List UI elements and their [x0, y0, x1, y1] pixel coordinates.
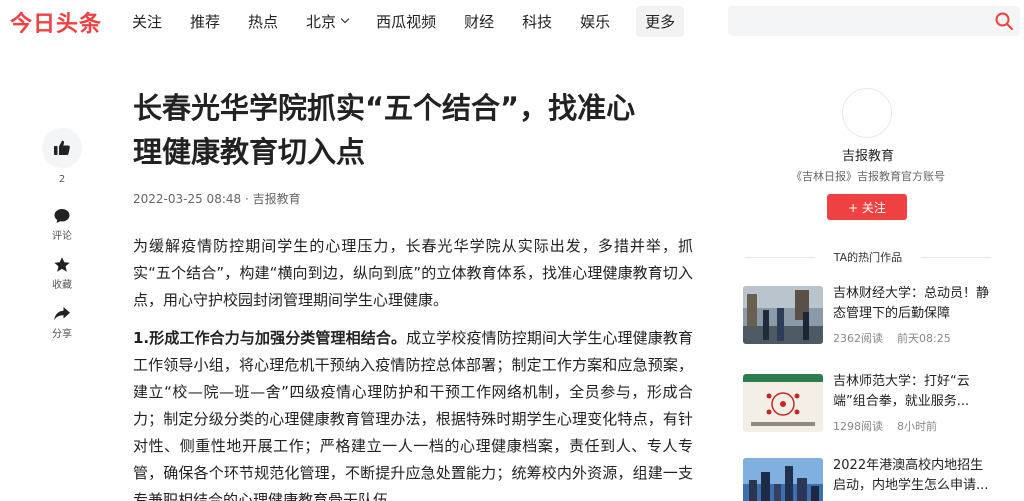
nav-item-entertainment[interactable]: 娱乐 [580, 11, 610, 32]
like-count: 2 [58, 174, 66, 185]
article: 长春光华学院抓实“五个结合”，找准心 理健康教育切入点 2022-03-25 0… [133, 86, 693, 501]
nav-item-recommend[interactable]: 推荐 [190, 11, 220, 32]
hot-work-meta: 2362阅读 前天08:25 [833, 330, 965, 346]
hot-work-time: 前天08:25 [897, 332, 951, 345]
thumbs-up-icon [54, 140, 70, 155]
follow-button[interactable]: + 关注 [827, 194, 907, 220]
author-name[interactable]: 吉报教育 [743, 145, 993, 164]
nav-item-finance[interactable]: 财经 [464, 11, 494, 32]
hot-work-title: 吉林师范大学：打好“云端”组合拳，就业服务... [833, 374, 970, 409]
hot-work-item[interactable]: 吉林师范大学：打好“云端”组合拳，就业服务... 1298阅读 8小时前 [743, 374, 993, 434]
collect-label: 收藏 [52, 280, 72, 291]
share-button[interactable]: 分享 [42, 305, 82, 340]
hot-work-meta: 1298阅读 8小时前 [833, 418, 951, 434]
hot-work-thumbnail [743, 374, 823, 432]
paragraph-heading: 1.形成工作合力与加强分类管理相结合。 [133, 329, 407, 347]
share-icon [54, 307, 70, 320]
channel-nav: 关注 推荐 热点 北京 西瓜视频 财经 科技 娱乐 更多 [132, 0, 712, 42]
share-label: 分享 [52, 329, 72, 340]
paragraph-body: 成立学校疫情防控期间大学生心理健康教育工作领导小组，将心理危机干预纳入疫情防控总… [133, 329, 693, 501]
comment-icon [54, 209, 70, 223]
article-title-line2: 理健康教育切入点 [133, 135, 366, 169]
nav-item-follow[interactable]: 关注 [132, 11, 162, 32]
hot-works-heading: TA的热门作品 [743, 249, 993, 265]
search-box [728, 6, 1020, 36]
chevron-down-icon [340, 14, 350, 24]
action-rail: 2 评论 收藏 分享 [42, 128, 82, 340]
like-button[interactable] [42, 128, 82, 168]
comment-button[interactable]: 评论 [42, 207, 82, 242]
nav-more-button[interactable]: 更多 [636, 5, 685, 37]
comment-label: 评论 [52, 231, 72, 242]
article-paragraph-2: 1.形成工作合力与加强分类管理相结合。成立学校疫情防控期间大学生心理健康教育工作… [133, 325, 693, 501]
article-title-line1: 长春光华学院抓实“五个结合”，找准心 [133, 91, 636, 125]
hot-work-item[interactable]: 2022年港澳高校内地招生启动，内地学生怎么申请... [743, 458, 993, 501]
star-icon [54, 257, 70, 272]
hot-work-title: 吉林财经大学：总动员！静态管理下的后勤保障 [833, 286, 990, 321]
article-title: 长春光华学院抓实“五个结合”，找准心 理健康教育切入点 [133, 86, 693, 174]
article-paragraph-1: 为缓解疫情防控期间学生的心理压力，长春光华学院从实际出发，多措并举，抓实“五个结… [133, 237, 693, 309]
hot-work-item[interactable]: 吉林财经大学：总动员！静态管理下的后勤保障 2362阅读 前天08:25 [743, 286, 993, 346]
hot-work-reads: 2362阅读 [833, 332, 883, 345]
search-input[interactable] [728, 6, 978, 36]
article-meta: 2022-03-25 08:48 · 吉报教育 [133, 192, 301, 206]
hot-work-time: 8小时前 [897, 420, 937, 433]
toutiao-logo[interactable]: 今日头条 [10, 6, 102, 38]
search-icon[interactable] [994, 11, 1014, 31]
nav-item-tech[interactable]: 科技 [522, 11, 552, 32]
hot-work-title: 2022年港澳高校内地招生启动，内地学生怎么申请... [833, 458, 989, 493]
hot-work-thumbnail [743, 458, 823, 501]
top-nav-bar: 今日头条 关注 推荐 热点 北京 西瓜视频 财经 科技 娱乐 更多 [0, 0, 1024, 42]
collect-button[interactable]: 收藏 [42, 256, 82, 291]
hot-work-thumbnail [743, 286, 823, 344]
author-avatar[interactable] [842, 88, 892, 138]
nav-item-xigua[interactable]: 西瓜视频 [376, 11, 436, 32]
author-description: 《吉林日报》吉报教育官方账号 [791, 170, 945, 183]
hot-work-reads: 1298阅读 [833, 420, 883, 433]
nav-city-label: 北京 [306, 12, 337, 31]
nav-item-hot[interactable]: 热点 [248, 11, 278, 32]
nav-item-city[interactable]: 北京 [306, 11, 350, 32]
